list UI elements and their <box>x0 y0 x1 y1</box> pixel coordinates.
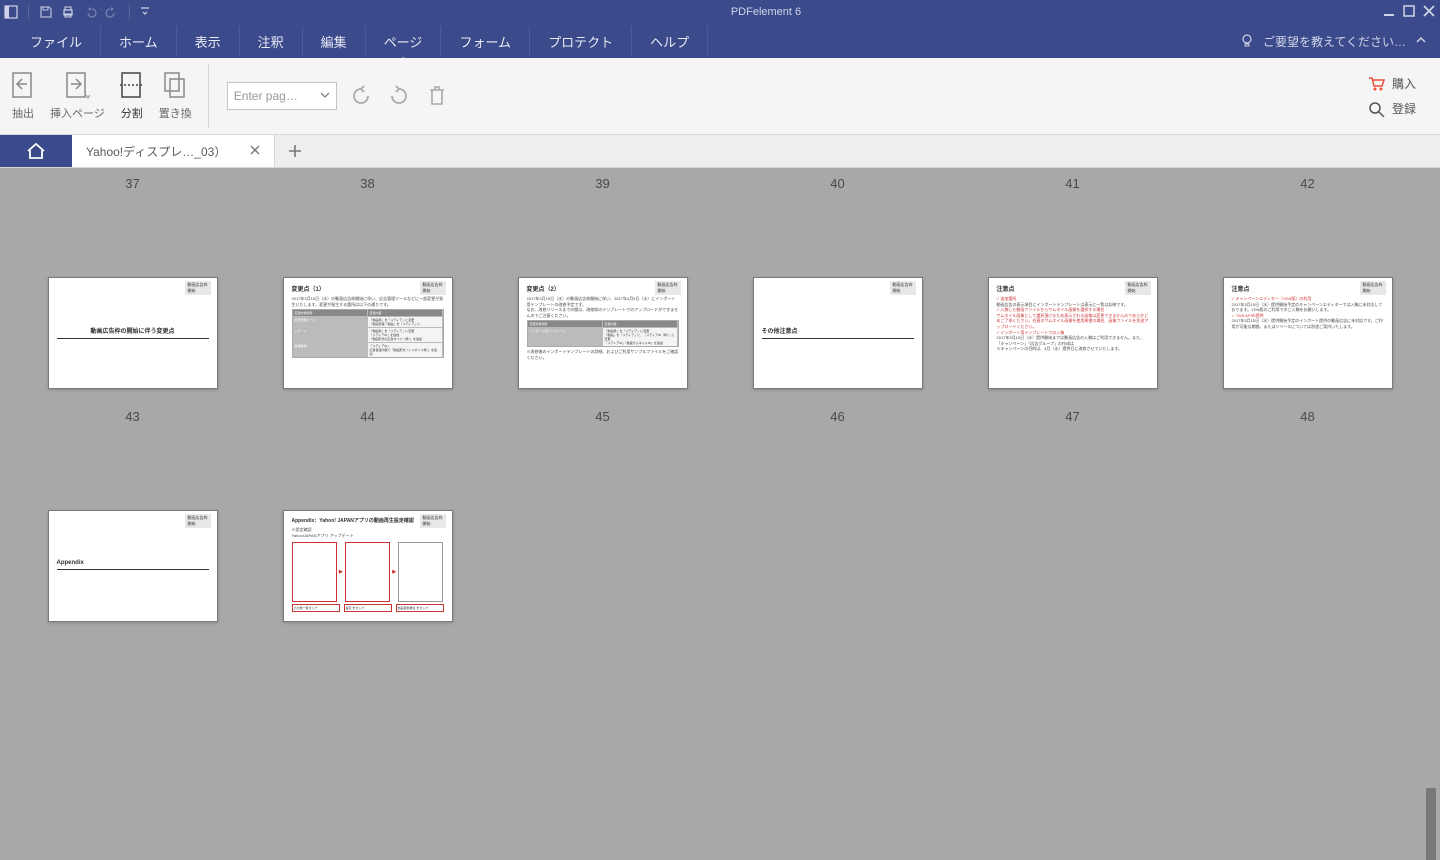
minimize-icon[interactable] <box>1382 4 1396 21</box>
rotate-left-button[interactable] <box>347 82 375 110</box>
titlebar: PDFelement 6 <box>0 0 1440 24</box>
tabbar: Yahoo!ディスプレ…_03） <box>0 134 1440 168</box>
app-title: PDFelement 6 <box>150 6 1382 18</box>
page-slot-45: 45 <box>500 409 705 622</box>
menu-help[interactable]: ヘルプ <box>632 26 708 57</box>
buy-button[interactable]: 購入 <box>1368 75 1416 92</box>
page-tools-group: 抽出 挿入ページ 分割 置き換 <box>10 64 209 128</box>
page-number: 40 <box>830 176 844 191</box>
page-slot-47: 47 <box>970 409 1175 622</box>
undo-icon[interactable] <box>83 5 97 19</box>
page-number-input[interactable]: Enter pag… <box>227 82 337 110</box>
document-tab-label: Yahoo!ディスプレ…_03） <box>86 143 226 160</box>
page-slot-40[interactable]: 40 動画広告枠開始 その他注意点 <box>735 176 940 389</box>
menu-edit[interactable]: 編集 <box>303 26 366 57</box>
maximize-icon[interactable] <box>1402 4 1416 21</box>
page-number: 48 <box>1300 409 1314 424</box>
register-label: 登録 <box>1392 100 1416 117</box>
menu-protect[interactable]: プロテクト <box>530 26 632 57</box>
page-number: 39 <box>595 176 609 191</box>
replace-button[interactable]: 置き換 <box>159 71 192 121</box>
buy-label: 購入 <box>1392 75 1416 92</box>
extract-label: 抽出 <box>12 105 34 121</box>
page-number: 37 <box>125 176 139 191</box>
print-icon[interactable] <box>61 5 75 19</box>
page-number: 43 <box>125 409 139 424</box>
rotate-right-button[interactable] <box>385 82 413 110</box>
app-logo-icon <box>4 5 18 19</box>
page-number: 45 <box>595 409 609 424</box>
menubar: ファイル ホーム 表示 注釈 編集 ページ フォーム プロテクト ヘルプ ご要望… <box>0 24 1440 58</box>
page-number: 42 <box>1300 176 1314 191</box>
split-button[interactable]: 分割 <box>119 71 145 121</box>
lightbulb-icon <box>1239 32 1255 51</box>
page-slot-48: 48 <box>1205 409 1410 622</box>
menu-home[interactable]: ホーム <box>101 26 177 57</box>
scrollbar-thumb[interactable] <box>1426 788 1436 860</box>
page-input-placeholder: Enter pag… <box>234 89 298 103</box>
page-slot-46: 46 <box>735 409 940 622</box>
toolbar: 抽出 挿入ページ 分割 置き換 Enter pag… 購入 登録 <box>0 58 1440 134</box>
add-tab-button[interactable] <box>275 135 315 167</box>
menu-file[interactable]: ファイル <box>12 26 101 57</box>
page-slot-37[interactable]: 37 動画広告枠開始 動画広告枠の開始に伴う変更点 <box>30 176 235 389</box>
extract-button[interactable]: 抽出 <box>10 71 36 121</box>
insert-button[interactable]: 挿入ページ <box>50 71 105 121</box>
insert-label: 挿入ページ <box>50 105 105 121</box>
qat-dropdown-icon[interactable] <box>140 7 150 17</box>
page-slot-44[interactable]: 44 動画広告枠開始 Appendix：Yahoo! JAPANアプリの動画再生… <box>265 409 470 622</box>
page-number: 41 <box>1065 176 1079 191</box>
home-tab[interactable] <box>0 135 72 167</box>
page-number: 44 <box>360 409 374 424</box>
page-number: 46 <box>830 409 844 424</box>
replace-label: 置き換 <box>159 105 192 121</box>
menu-form[interactable]: フォーム <box>441 26 530 57</box>
feedback-text[interactable]: ご要望を教えてください… <box>1263 33 1406 50</box>
redo-icon[interactable] <box>105 5 119 19</box>
split-label: 分割 <box>121 105 143 121</box>
page-thumbnails-workspace: 37 動画広告枠開始 動画広告枠の開始に伴う変更点 38 動画広告枠開始 変更点… <box>0 168 1440 860</box>
page-slot-42[interactable]: 42 動画広告枠開始 注意点 ✓ キャンペーンエディター（YDN版）の利用 20… <box>1205 176 1410 389</box>
page-number: 38 <box>360 176 374 191</box>
page-slot-38[interactable]: 38 動画広告枠開始 変更点（1） 2017年3月15日（水）の動画広告枠開始に… <box>265 176 470 389</box>
save-icon[interactable] <box>39 5 53 19</box>
register-button[interactable]: 登録 <box>1368 100 1416 117</box>
chevron-down-icon <box>320 89 330 103</box>
page-slot-43[interactable]: 43 動画広告枠開始 Appendix <box>30 409 235 622</box>
menu-page[interactable]: ページ <box>366 26 442 57</box>
page-number: 47 <box>1065 409 1079 424</box>
close-tab-icon[interactable] <box>250 144 260 158</box>
page-slot-39[interactable]: 39 動画広告枠開始 変更点（2） 2017年3月15日（水）の動画広告枠開始に… <box>500 176 705 389</box>
close-icon[interactable] <box>1422 4 1436 21</box>
collapse-ribbon-icon[interactable] <box>1414 33 1428 50</box>
menu-annotate[interactable]: 注釈 <box>240 26 303 57</box>
menu-view[interactable]: 表示 <box>177 26 240 57</box>
page-slot-41[interactable]: 41 動画広告枠開始 注意点 ✓ 追加箇所 動画広告の表示項目にインポートテンプ… <box>970 176 1175 389</box>
document-tab[interactable]: Yahoo!ディスプレ…_03） <box>72 135 275 167</box>
delete-button[interactable] <box>423 82 451 110</box>
